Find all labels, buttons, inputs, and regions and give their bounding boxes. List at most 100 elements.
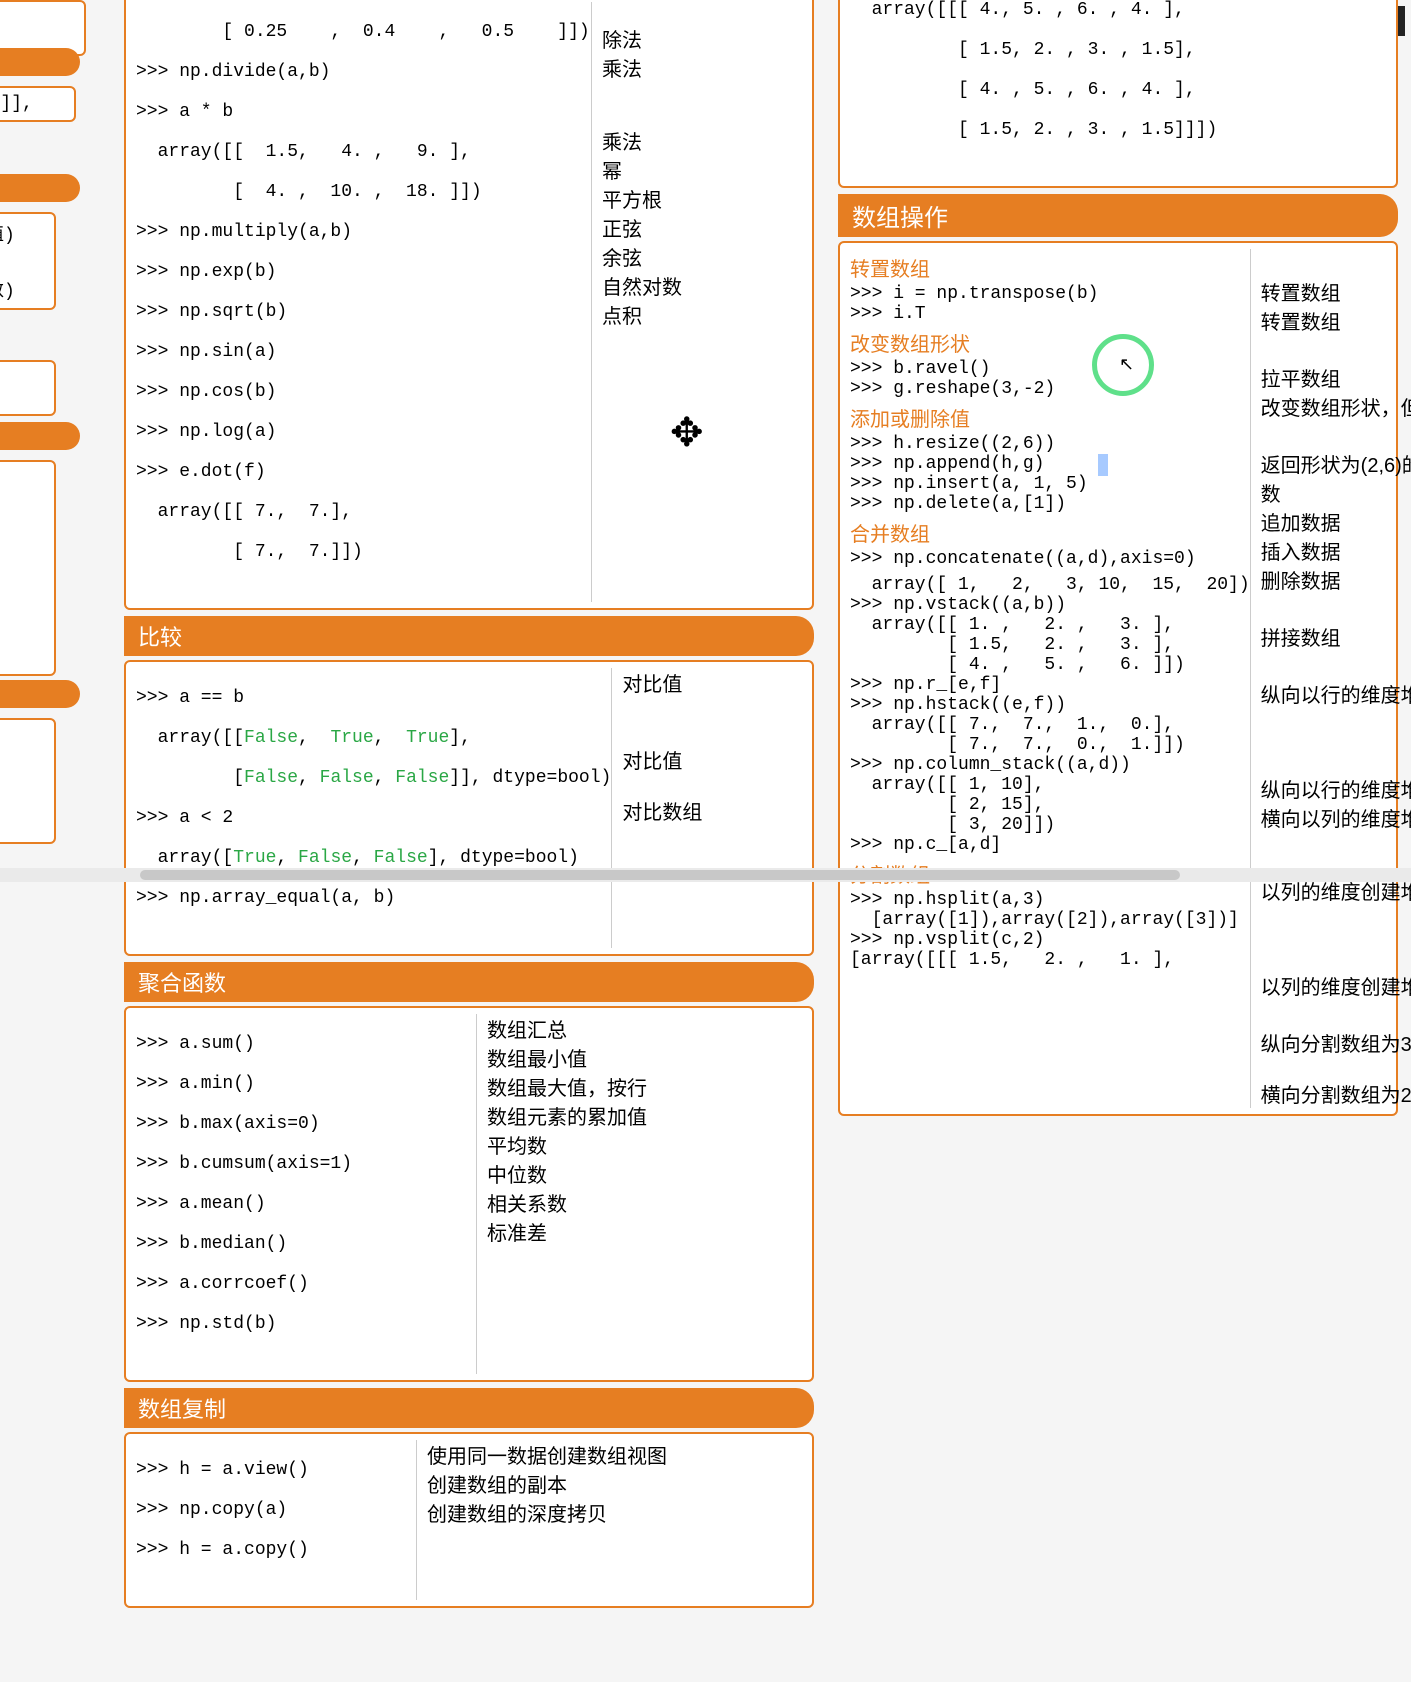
- math-line-9: >>> np.sin(a): [136, 342, 591, 362]
- stub-text-2: 佳值): [0, 220, 48, 246]
- mg-l4: array([[ 1. , 2. , 3. ],: [850, 615, 1250, 635]
- cmp-l1: >>> a == b: [136, 688, 611, 708]
- rt-l2: [ 1.5, 2. , 3. , 1.5],: [850, 40, 1386, 60]
- cmp-l5: array([True, False, False], dtype=bool): [136, 848, 611, 868]
- cmp-d2: 对比值: [622, 745, 822, 774]
- mg-d8: 横向以列的维度堆叠数: [1261, 803, 1411, 832]
- left-header-stub-2: [0, 174, 80, 202]
- left-header-stub-3: [0, 422, 80, 450]
- tr-l1: >>> i = np.transpose(b): [850, 284, 1250, 304]
- agg-d8: 标准差: [487, 1217, 687, 1246]
- agg-l4: >>> b.cumsum(axis=1): [136, 1154, 476, 1174]
- agg-l8: >>> np.std(b): [136, 1314, 476, 1334]
- agg-d1: 数组汇总: [487, 1014, 687, 1043]
- rs-l1: >>> b.ravel(): [850, 359, 1250, 379]
- agg-l2: >>> a.min(): [136, 1074, 476, 1094]
- desc-sin: 正弦: [602, 213, 802, 242]
- desc-div: 除法: [602, 24, 802, 53]
- copy-d2: 创建数组的副本: [427, 1469, 667, 1498]
- mg-l15: >>> np.c_[a,d]: [850, 835, 1250, 855]
- ar-d2: 追加数据: [1261, 507, 1411, 536]
- mg-l9: array([[ 7., 7., 1., 0.],: [850, 715, 1250, 735]
- mg-l8: >>> np.hstack((e,f)): [850, 695, 1250, 715]
- left-header-stub-1: [0, 48, 80, 76]
- sub-merge: 合并数组: [850, 518, 1250, 547]
- math-line-3: >>> a * b: [136, 102, 591, 122]
- desc-sqrt: 平方根: [602, 184, 802, 213]
- math-line-4: array([[ 1.5, 4. , 9. ],: [136, 142, 591, 162]
- mg-l10: [ 7., 7., 0., 1.]]): [850, 735, 1250, 755]
- mg-l5: [ 1.5, 2. , 3. ],: [850, 635, 1250, 655]
- mg-l13: [ 2, 15],: [850, 795, 1250, 815]
- arrayops-header: 数组操作: [838, 194, 1398, 237]
- copy-l1: >>> h = a.view(): [136, 1460, 416, 1480]
- math-line-6: >>> np.multiply(a,b): [136, 222, 591, 242]
- copy-d3: 创建数组的深度拷贝: [427, 1498, 667, 1527]
- rs-d2: 改变数组形状，但不改: [1261, 392, 1411, 421]
- left-box-stub-2: ,6)]],: [0, 86, 76, 122]
- agg-d7: 相关系数: [487, 1188, 687, 1217]
- ar-l1: >>> h.resize((2,6)): [850, 434, 1250, 454]
- math-ops-box: [ 0.25 , 0.4 , 0.5 ]]) >>> np.divide(a,b…: [124, 0, 814, 610]
- rs-l2: >>> g.reshape(3,-2): [850, 379, 1250, 399]
- cmp-l3: [False, False, False]], dtype=bool): [136, 768, 611, 788]
- math-line-12: >>> e.dot(f): [136, 462, 591, 482]
- mg-l11: >>> np.column_stack((a,d)): [850, 755, 1250, 775]
- left-header-stub-4: [0, 680, 80, 708]
- desc-log: 自然对数: [602, 271, 802, 300]
- left-box-stub-4: [0, 360, 56, 416]
- rt-l1: array([[[ 4., 5. , 6. , 4. ],: [850, 0, 1386, 20]
- mg-l14: [ 3, 20]]): [850, 815, 1250, 835]
- math-line-5: [ 4. , 10. , 18. ]]): [136, 182, 591, 202]
- horizontal-scrollbar[interactable]: [0, 868, 1411, 882]
- sp-l1: >>> np.hsplit(a,3): [850, 890, 1250, 910]
- ar-d1: 返回形状为(2,6)的新数: [1261, 449, 1411, 507]
- copy-box: >>> h = a.view() >>> np.copy(a) >>> h = …: [124, 1432, 814, 1608]
- cmp-d1: 对比值: [622, 668, 822, 697]
- tr-d1: 转置数组: [1261, 277, 1411, 306]
- compare-box: >>> a == b array([[False, True, True], […: [124, 660, 814, 956]
- mg-d7: 纵向以行的维度堆叠数: [1261, 774, 1411, 803]
- rs-d1: 拉平数组: [1261, 363, 1411, 392]
- math-line-2: >>> np.divide(a,b): [136, 62, 591, 82]
- copy-header: 数组复制: [124, 1388, 814, 1428]
- ar-d3: 插入数据: [1261, 536, 1411, 565]
- compare-header: 比较: [124, 616, 814, 656]
- math-line-13: array([[ 7., 7.],: [136, 502, 591, 522]
- ar-d4: 删除数据: [1261, 565, 1411, 594]
- mg-d15: 以列的维度创建堆叠数: [1261, 971, 1411, 1000]
- sp-d1: 纵向分割数组为3等份: [1261, 1028, 1411, 1057]
- rt-l3: [ 4. , 5. , 6. , 4. ],: [850, 80, 1386, 100]
- arrayops-box: 转置数组 >>> i = np.transpose(b) >>> i.T 改变数…: [838, 241, 1398, 1116]
- agg-header: 聚合函数: [124, 962, 814, 1002]
- right-top-box: array([[[ 4., 5. , 6. , 4. ], [ 1.5, 2. …: [838, 0, 1398, 188]
- stub-text-3: 本数): [0, 276, 48, 302]
- tr-l2: >>> i.T: [850, 304, 1250, 324]
- left-box-stub-5: [0, 460, 56, 676]
- math-line-8: >>> np.sqrt(b): [136, 302, 591, 322]
- mg-l6: [ 4. , 5. , 6. ]]): [850, 655, 1250, 675]
- cmp-d3: 对比数组: [622, 796, 822, 825]
- sp-l2: [array([1]),array([2]),array([3])]: [850, 910, 1250, 930]
- ar-l3: >>> np.insert(a, 1, 5): [850, 474, 1250, 494]
- left-box-stub-3: 佳值) 本数): [0, 212, 56, 310]
- sub-reshape: 改变数组形状: [850, 328, 1250, 357]
- agg-l6: >>> b.median(): [136, 1234, 476, 1254]
- copy-d1: 使用同一数据创建数组视图: [427, 1440, 667, 1469]
- desc-dot: 点积: [602, 300, 802, 329]
- math-line-1: [ 0.25 , 0.4 , 0.5 ]]): [136, 22, 591, 42]
- left-box-stub-6: [0, 718, 56, 844]
- cmp-l6: >>> np.array_equal(a, b): [136, 888, 611, 908]
- text-selection: [1098, 454, 1108, 476]
- agg-d3: 数组最大值，按行: [487, 1072, 687, 1101]
- mg-l3: >>> np.vstack((a,b)): [850, 595, 1250, 615]
- tr-d2: 转置数组: [1261, 306, 1411, 335]
- mg-l12: array([[ 1, 10],: [850, 775, 1250, 795]
- desc-mul1: 乘法: [602, 53, 802, 82]
- math-line-10: >>> np.cos(b): [136, 382, 591, 402]
- ar-l4: >>> np.delete(a,[1]): [850, 494, 1250, 514]
- agg-d4: 数组元素的累加值: [487, 1101, 687, 1130]
- mg-d1: 拼接数组: [1261, 622, 1411, 651]
- sub-transpose: 转置数组: [850, 253, 1250, 282]
- mg-l7: >>> np.r_[e,f]: [850, 675, 1250, 695]
